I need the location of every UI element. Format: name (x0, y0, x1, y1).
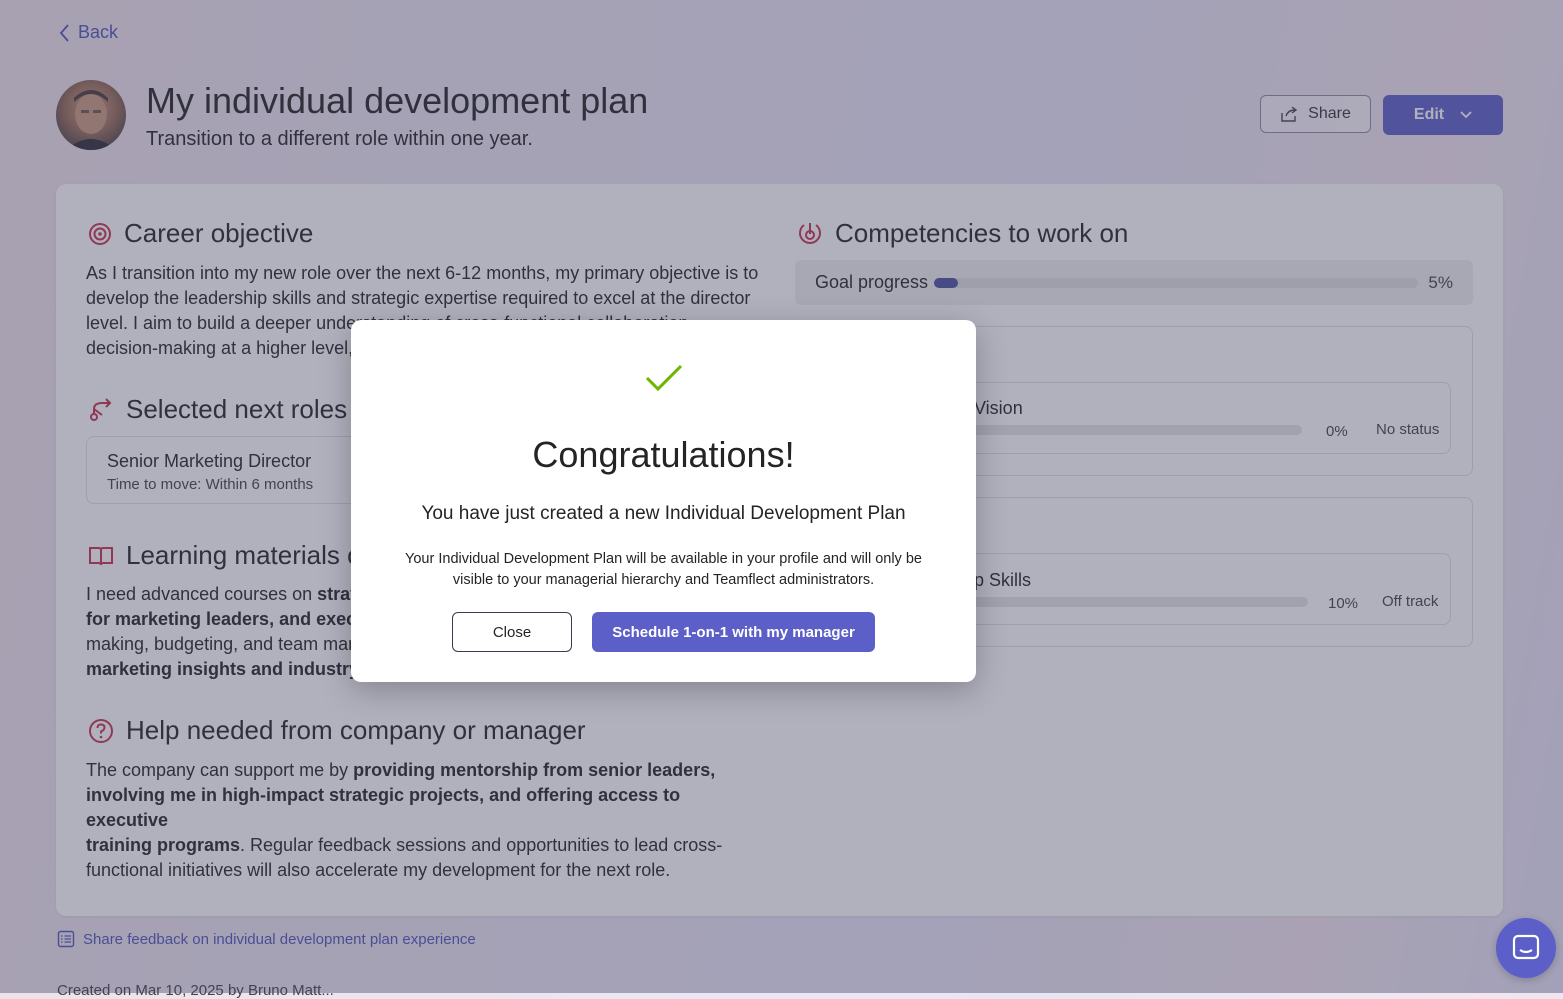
schedule-one-on-one-button[interactable]: Schedule 1-on-1 with my manager (592, 612, 875, 652)
text-line: Your Individual Development Plan will be… (405, 551, 922, 567)
chat-button[interactable] (1496, 918, 1556, 978)
close-button[interactable]: Close (452, 612, 572, 652)
check-icon (645, 364, 683, 392)
chat-icon (1512, 934, 1540, 960)
congratulations-dialog: Congratulations! You have just created a… (351, 320, 976, 682)
text-line: visible to your managerial hierarchy and… (452, 572, 875, 588)
dialog-subtitle: You have just created a new Individual D… (421, 503, 906, 524)
dialog-title: Congratulations! (532, 434, 795, 475)
dialog-description: Your Individual Development Plan will be… (391, 549, 936, 591)
